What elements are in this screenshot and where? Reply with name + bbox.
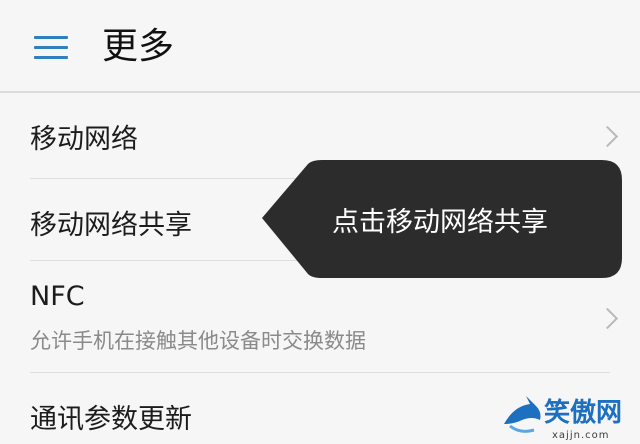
app-header: 更多 [0,0,640,93]
watermark-name: 笑傲网 [544,398,623,428]
settings-item-subtitle: 允许手机在接触其他设备时交换数据 [30,329,366,353]
chevron-right-icon [596,307,619,330]
settings-item-title: NFC [30,281,85,312]
hint-tooltip: 点击移动网络共享 [262,160,622,278]
page-title: 更多 [102,26,175,67]
chevron-right-icon [596,125,619,148]
hamburger-menu-icon[interactable] [34,34,68,62]
watermark: 笑傲网 xajjn.com [500,392,640,444]
tooltip-text: 点击移动网络共享 [332,207,548,238]
settings-item-title: 移动网络 [30,124,138,155]
shark-logo-icon [504,396,541,433]
settings-item-title: 移动网络共享 [30,210,192,241]
settings-item-title: 通讯参数更新 [30,404,192,435]
watermark-url: xajjn.com [552,430,610,441]
